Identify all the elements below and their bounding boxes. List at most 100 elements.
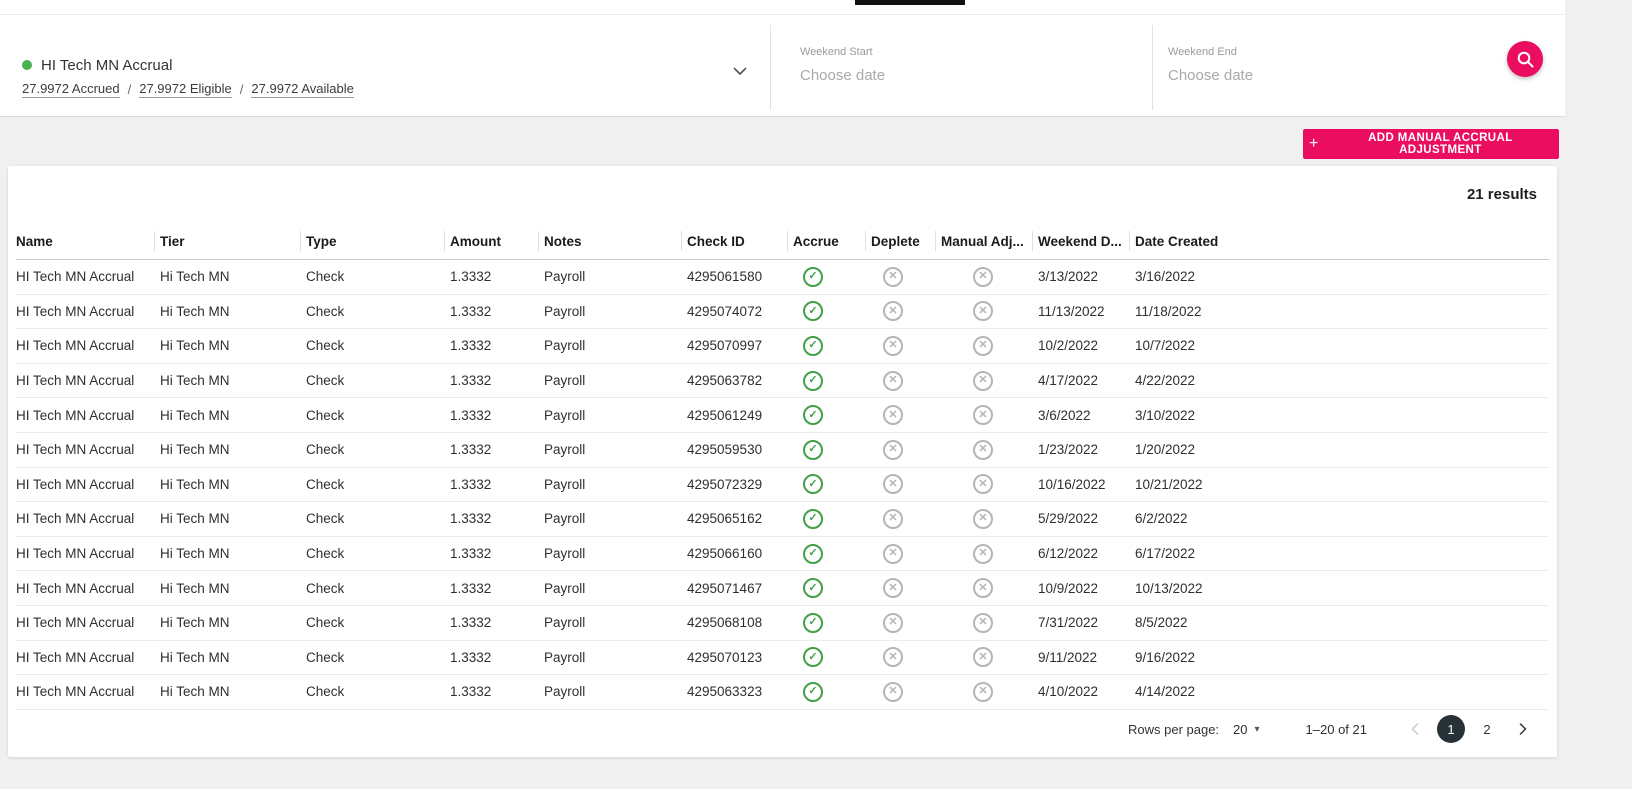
cell-manual-adj [941,294,1038,330]
column-header-date-created[interactable]: Date Created [1135,222,1549,260]
table-row[interactable]: HI Tech MN Accrual Hi Tech MN Check 1.33… [16,432,1549,468]
cell-accrue [793,640,871,676]
accrue-check-icon [803,301,823,322]
cell-date-created: 10/21/2022 [1135,467,1549,503]
table-row[interactable]: HI Tech MN Accrual Hi Tech MN Check 1.33… [16,397,1549,433]
cell-name: HI Tech MN Accrual [16,674,160,710]
available-value: 27.9972 [251,81,299,96]
cell-deplete [871,501,941,537]
cell-check-id: 4295061249 [687,397,793,433]
cell-deplete [871,467,941,503]
cell-accrue [793,501,871,537]
column-header-accrue[interactable]: Accrue [793,222,871,260]
cell-type: Check [306,397,450,433]
previous-page-button[interactable] [1401,715,1429,743]
cell-name: HI Tech MN Accrual [16,432,160,468]
stat-separator: / [239,82,244,97]
table-row[interactable]: HI Tech MN Accrual Hi Tech MN Check 1.33… [16,467,1549,503]
manual-adj-cross-icon [973,301,993,322]
cell-date-created: 8/5/2022 [1135,605,1549,641]
column-header-check-id[interactable]: Check ID [687,222,793,260]
table-row[interactable]: HI Tech MN Accrual Hi Tech MN Check 1.33… [16,294,1549,330]
cell-type: Check [306,259,450,295]
cell-manual-adj [941,397,1038,433]
weekend-end-input[interactable]: Choose date [1168,67,1468,84]
table-row[interactable]: HI Tech MN Accrual Hi Tech MN Check 1.33… [16,501,1549,537]
manual-adj-cross-icon [973,474,993,495]
eligible-label: Eligible [189,81,232,96]
cell-manual-adj [941,363,1038,399]
manual-adj-cross-icon [973,508,993,529]
accrual-plan-selector[interactable]: HI Tech MN Accrual 27.9972 Accrued / 27.… [22,55,762,98]
cell-notes: Payroll [544,674,687,710]
cell-weekend-date: 4/17/2022 [1038,363,1135,399]
weekend-start-input[interactable]: Choose date [800,67,1100,84]
column-header-tier[interactable]: Tier [160,222,306,260]
column-header-manual-adj[interactable]: Manual Adj... [941,222,1038,260]
column-header-weekend-date[interactable]: Weekend D... [1038,222,1135,260]
eligible-stat[interactable]: 27.9972 Eligible [139,81,232,98]
table-row[interactable]: HI Tech MN Accrual Hi Tech MN Check 1.33… [16,570,1549,606]
page-1-button[interactable]: 1 [1437,715,1465,743]
cell-check-id: 4295065162 [687,501,793,537]
cell-amount: 1.3332 [450,328,544,364]
cell-weekend-date: 10/9/2022 [1038,570,1135,606]
cell-name: HI Tech MN Accrual [16,328,160,364]
column-header-name[interactable]: Name [16,222,160,260]
cell-manual-adj [941,432,1038,468]
deplete-cross-icon [883,335,903,356]
column-header-deplete[interactable]: Deplete [871,222,941,260]
column-header-type[interactable]: Type [306,222,450,260]
table-body: HI Tech MN Accrual Hi Tech MN Check 1.33… [16,259,1549,710]
table-row[interactable]: HI Tech MN Accrual Hi Tech MN Check 1.33… [16,605,1549,641]
cell-deplete [871,640,941,676]
cell-manual-adj [941,536,1038,572]
cell-amount: 1.3332 [450,536,544,572]
cell-notes: Payroll [544,605,687,641]
cell-amount: 1.3332 [450,570,544,606]
available-stat[interactable]: 27.9972 Available [251,81,354,98]
add-manual-accrual-adjustment-button[interactable]: + ADD MANUAL ACCRUAL ADJUSTMENT [1303,129,1559,159]
table-row[interactable]: HI Tech MN Accrual Hi Tech MN Check 1.33… [16,328,1549,364]
search-button[interactable] [1507,41,1543,77]
weekend-end-field[interactable]: Weekend End Choose date [1168,46,1468,84]
cell-date-created: 3/10/2022 [1135,397,1549,433]
manual-adj-cross-icon [973,543,993,564]
accrue-check-icon [803,647,823,668]
manual-adj-cross-icon [973,370,993,391]
deplete-cross-icon [883,266,903,287]
deplete-cross-icon [883,508,903,529]
accrued-stat[interactable]: 27.9972 Accrued [22,81,120,98]
next-page-button[interactable] [1509,715,1537,743]
table-row[interactable]: HI Tech MN Accrual Hi Tech MN Check 1.33… [16,259,1549,295]
cell-tier: Hi Tech MN [160,363,306,399]
manual-adj-cross-icon [973,578,993,599]
column-header-amount[interactable]: Amount [450,222,544,260]
cell-date-created: 6/2/2022 [1135,501,1549,537]
column-header-notes[interactable]: Notes [544,222,687,260]
status-dot-icon [22,60,32,70]
caret-down-icon: ▾ [1254,723,1260,735]
table-row[interactable]: HI Tech MN Accrual Hi Tech MN Check 1.33… [16,674,1549,710]
table-row[interactable]: HI Tech MN Accrual Hi Tech MN Check 1.33… [16,363,1549,399]
weekend-start-field[interactable]: Weekend Start Choose date [800,46,1100,84]
accrue-check-icon [803,370,823,391]
cell-date-created: 9/16/2022 [1135,640,1549,676]
accrue-check-icon [803,681,823,702]
cell-manual-adj [941,640,1038,676]
plus-icon: + [1309,134,1319,152]
cell-deplete [871,432,941,468]
cell-deplete [871,328,941,364]
page-2-button[interactable]: 2 [1473,715,1501,743]
cell-manual-adj [941,501,1038,537]
table-row[interactable]: HI Tech MN Accrual Hi Tech MN Check 1.33… [16,536,1549,572]
cell-manual-adj [941,259,1038,295]
chevron-down-icon[interactable] [733,63,747,81]
rows-per-page-select[interactable]: 20 ▾ [1233,722,1260,737]
table-row[interactable]: HI Tech MN Accrual Hi Tech MN Check 1.33… [16,640,1549,676]
cell-amount: 1.3332 [450,467,544,503]
cell-type: Check [306,501,450,537]
cell-type: Check [306,640,450,676]
cell-date-created: 4/22/2022 [1135,363,1549,399]
cell-notes: Payroll [544,432,687,468]
